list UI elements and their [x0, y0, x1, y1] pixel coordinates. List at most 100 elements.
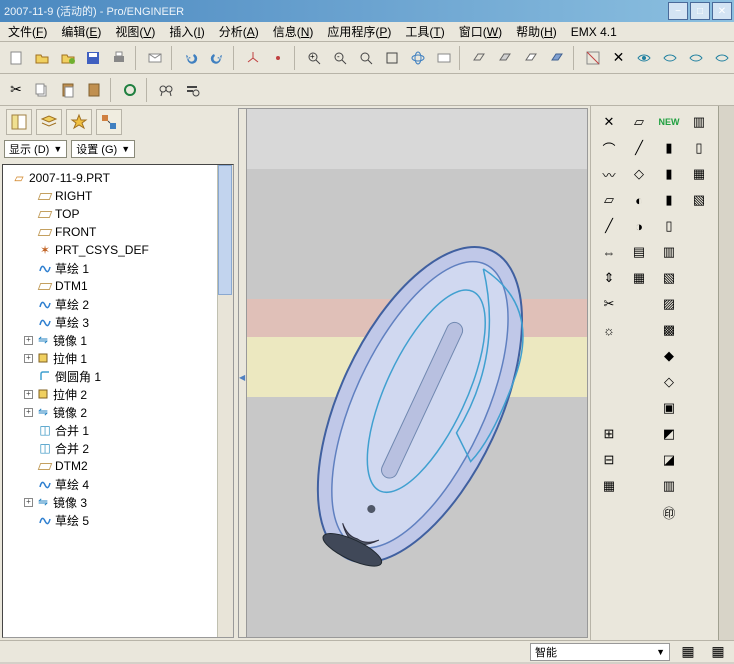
star-button[interactable] [66, 109, 92, 135]
csys-toggle-2[interactable] [658, 46, 682, 70]
wireframe-icon[interactable] [467, 46, 491, 70]
feature-button-7[interactable]: ▯ [685, 136, 713, 160]
menu-H[interactable]: 帮助(H) [510, 21, 563, 42]
tree-row[interactable]: TOP [5, 205, 231, 223]
tree-row[interactable]: +⇋镜像 3 [5, 493, 231, 511]
menu-E[interactable]: 编辑(E) [55, 21, 107, 42]
menu-EMX 4.1[interactable]: EMX 4.1 [565, 23, 623, 41]
tree-row[interactable]: DTM1 [5, 277, 231, 295]
tree-row[interactable]: RIGHT [5, 187, 231, 205]
feature-button-54[interactable]: ◪ [655, 448, 683, 472]
display-dropdown[interactable]: 显示 (D)▼ [4, 140, 67, 158]
workdir-button[interactable] [56, 46, 80, 70]
tree-row[interactable]: 草绘 4 [5, 475, 231, 493]
expand-icon[interactable]: + [24, 336, 33, 345]
feature-button-34[interactable]: ▩ [655, 318, 683, 342]
feature-button-28[interactable]: ✂ [595, 292, 623, 316]
feature-button-50[interactable]: ◩ [655, 422, 683, 446]
feature-button-52[interactable]: ⊟ [595, 448, 623, 472]
zoom-in-icon[interactable]: + [302, 46, 326, 70]
feature-button-8[interactable]: 〰 [595, 162, 623, 186]
maximize-button[interactable]: □ [690, 2, 710, 20]
undo-button[interactable] [179, 46, 203, 70]
minimize-button[interactable]: − [668, 2, 688, 20]
feature-button-38[interactable]: ◆ [655, 344, 683, 368]
feature-button-12[interactable]: ▱ [595, 188, 623, 212]
feature-button-6[interactable]: ▮ [655, 136, 683, 160]
feature-button-22[interactable]: ▥ [655, 240, 683, 264]
datum-point-toggle[interactable] [632, 46, 656, 70]
menu-P[interactable]: 应用程序(P) [321, 21, 397, 42]
feature-button-14[interactable]: ▮ [655, 188, 683, 212]
feature-button-3[interactable]: ▥ [685, 110, 713, 134]
feature-button-11[interactable]: ▦ [685, 162, 713, 186]
expand-icon[interactable]: + [24, 354, 33, 363]
feature-button-46[interactable]: ▣ [655, 396, 683, 420]
feature-button-16[interactable]: ╱ [595, 214, 623, 238]
menu-F[interactable]: 文件(F) [2, 21, 53, 42]
tree-row[interactable]: +拉伸 2 [5, 385, 231, 403]
feature-button-25[interactable]: ▦ [625, 266, 653, 290]
tree-row[interactable]: +⇋镜像 1 [5, 331, 231, 349]
save-button[interactable] [82, 46, 106, 70]
menu-W[interactable]: 窗口(W) [453, 21, 508, 42]
shaded-icon[interactable] [545, 46, 569, 70]
paste-special-button[interactable] [82, 78, 106, 102]
expand-icon[interactable]: + [24, 390, 33, 399]
feature-button-2[interactable]: NEW [655, 110, 683, 134]
tree-row[interactable]: 倒圆角 1 [5, 367, 231, 385]
mail-button[interactable] [143, 46, 167, 70]
close-button[interactable]: ✕ [712, 2, 732, 20]
print-button[interactable] [107, 46, 131, 70]
tree-row[interactable]: FRONT [5, 223, 231, 241]
tree-scrollbar[interactable] [217, 165, 233, 637]
selection-filter-dropdown[interactable]: 智能▼ [530, 643, 670, 661]
feature-button-1[interactable]: ▱ [625, 110, 653, 134]
expand-icon[interactable]: + [24, 498, 33, 507]
feature-button-13[interactable]: ◐ [625, 188, 653, 212]
expand-icon[interactable]: + [24, 408, 33, 417]
refit-icon[interactable] [380, 46, 404, 70]
tree-row[interactable]: +拉伸 1 [5, 349, 231, 367]
find-button[interactable] [154, 78, 178, 102]
saved-view-icon[interactable] [432, 46, 456, 70]
point-icon[interactable] [267, 46, 291, 70]
copy-button[interactable] [30, 78, 54, 102]
xyz-icon[interactable] [241, 46, 265, 70]
hidden-line-icon[interactable] [493, 46, 517, 70]
viewport[interactable]: ◀ [238, 108, 588, 638]
settings-dropdown[interactable]: 设置 (G)▼ [71, 140, 135, 158]
status-icon-1[interactable]: ▦ [676, 640, 700, 664]
feature-button-42[interactable]: ◇ [655, 370, 683, 394]
tree-row[interactable]: 草绘 3 [5, 313, 231, 331]
layer-button[interactable] [36, 109, 62, 135]
feature-button-58[interactable]: ▥ [655, 474, 683, 498]
feature-button-30[interactable]: ▨ [655, 292, 683, 316]
cut-button[interactable]: ✂ [4, 78, 28, 102]
feature-button-9[interactable]: ◇ [625, 162, 653, 186]
feature-button-56[interactable]: ▦ [595, 474, 623, 498]
csys-toggle-4[interactable] [710, 46, 734, 70]
paste-button[interactable] [56, 78, 80, 102]
tree-row[interactable]: 草绘 5 [5, 511, 231, 529]
feature-button-62[interactable]: ㊞ [655, 500, 683, 524]
csys-toggle-3[interactable] [684, 46, 708, 70]
tree-row[interactable]: 草绘 1 [5, 259, 231, 277]
sel-filter-button[interactable] [180, 78, 204, 102]
menu-A[interactable]: 分析(A) [213, 21, 265, 42]
zoom-fit-icon[interactable] [354, 46, 378, 70]
sash-left[interactable]: ◀ [239, 109, 247, 637]
feature-button-10[interactable]: ▮ [655, 162, 683, 186]
reorient-icon[interactable] [406, 46, 430, 70]
tree-row[interactable]: ◫合并 1 [5, 421, 231, 439]
feature-button-18[interactable]: ▯ [655, 214, 683, 238]
tree-row[interactable]: ▱2007-11-9.PRT [5, 169, 231, 187]
feature-button-21[interactable]: ▤ [625, 240, 653, 264]
status-icon-2[interactable]: ▦ [706, 640, 730, 664]
tree-row[interactable]: ✶PRT_CSYS_DEF [5, 241, 231, 259]
feature-button-0[interactable]: ✕ [595, 110, 623, 134]
relations-button[interactable] [96, 109, 122, 135]
tree-row[interactable]: DTM2 [5, 457, 231, 475]
feature-button-17[interactable]: ◑ [625, 214, 653, 238]
show-tree-button[interactable] [6, 109, 32, 135]
